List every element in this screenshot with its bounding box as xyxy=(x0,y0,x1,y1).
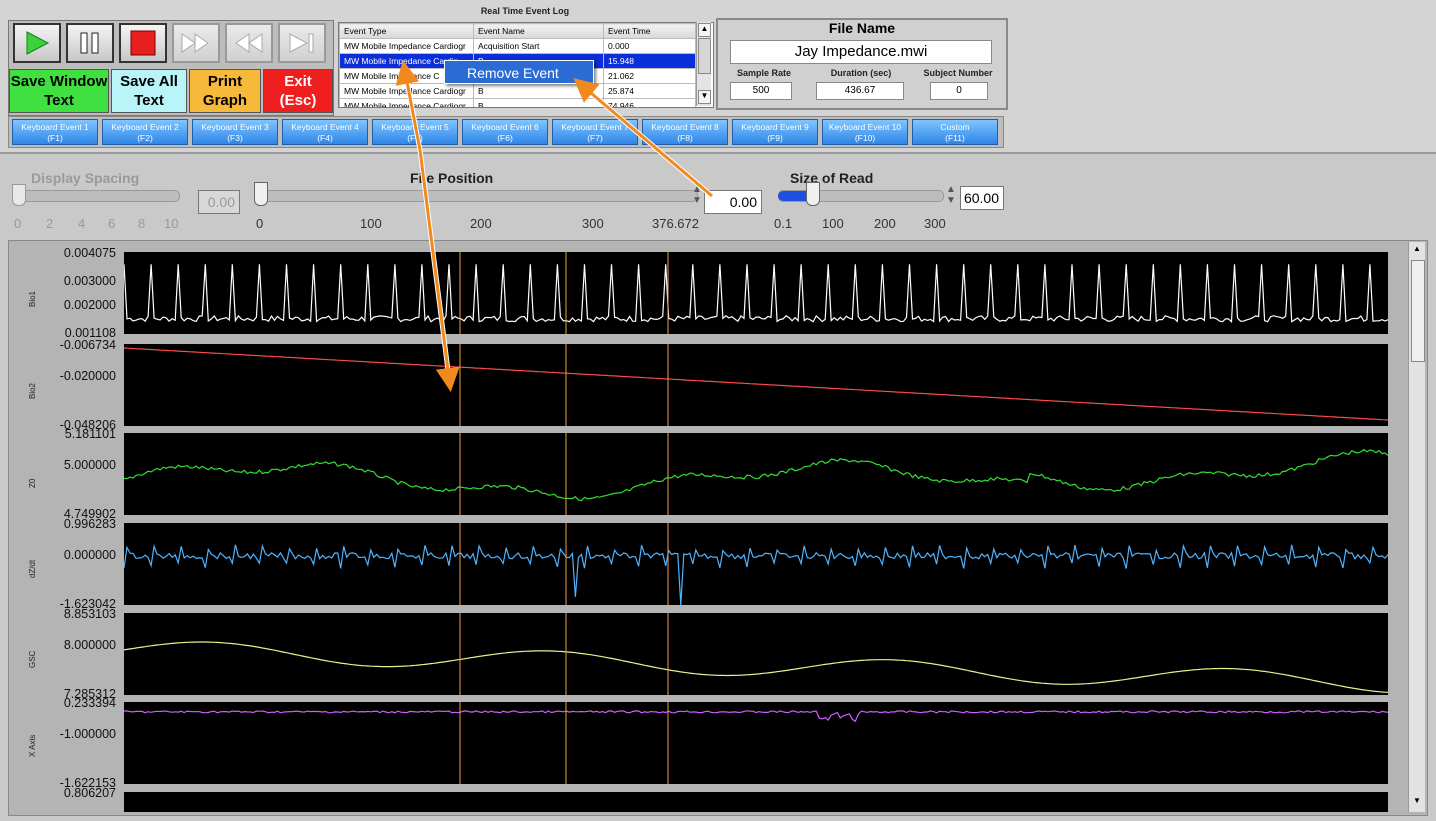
annotation-arrows xyxy=(395,60,714,392)
arrow-to-menu xyxy=(573,78,713,198)
arrow-to-graph-marker xyxy=(418,149,460,392)
arrow-to-row xyxy=(395,60,422,151)
